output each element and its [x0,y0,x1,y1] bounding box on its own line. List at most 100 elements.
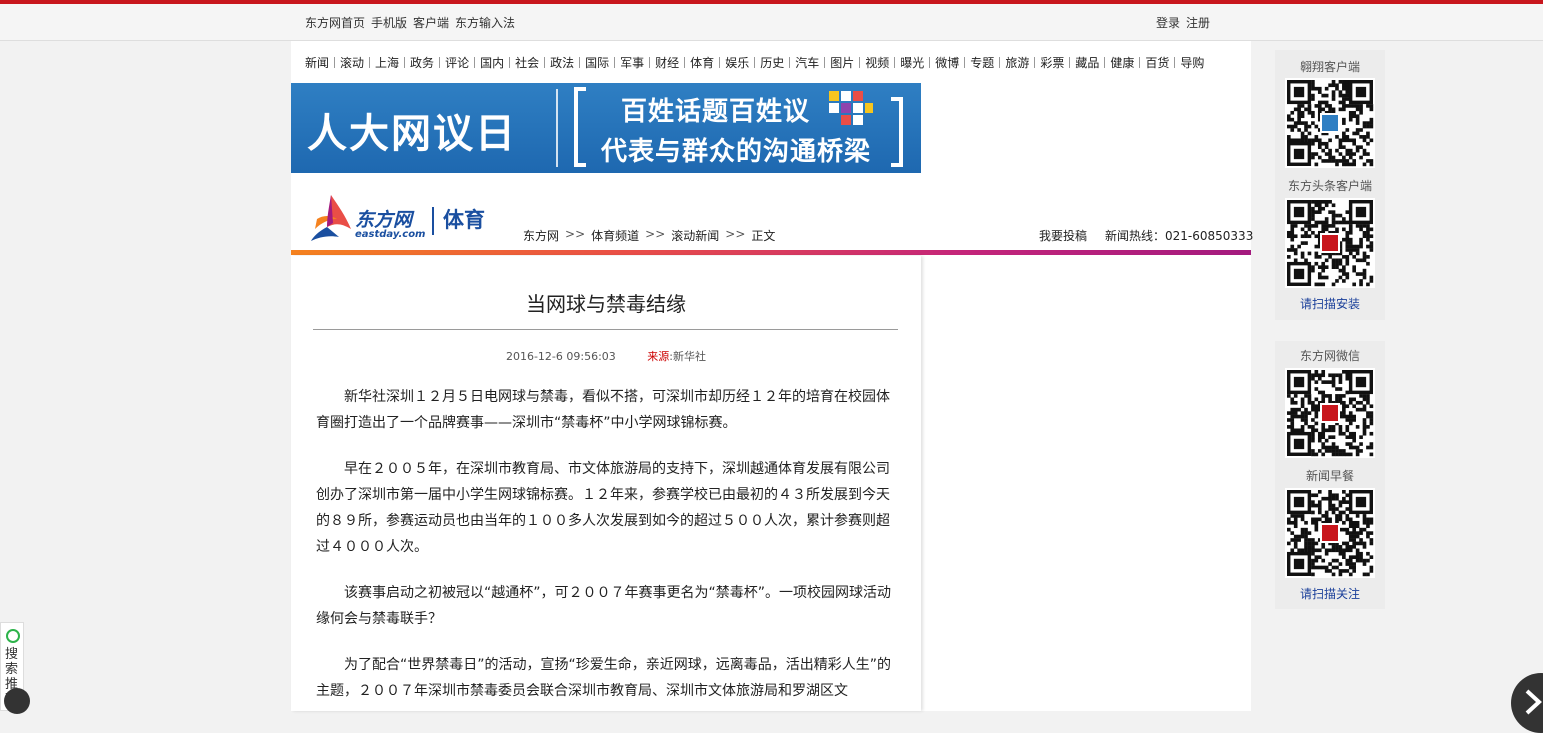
article-paragraph: 新华社深圳１２月５日电网球与禁毒，看似不搭，可深圳市却历经１２年的培育在校园体育… [316,389,890,431]
article-meta: 2016-12-6 09:56:03 来源:新华社 [291,348,921,364]
nav-item[interactable]: 彩票 [1040,54,1064,71]
banner-line-1: 百姓话题百姓议 [621,97,811,127]
cubes-decoration-icon [829,91,873,125]
nav-group-separator [894,57,896,68]
nav-item[interactable]: 专题 [970,54,994,71]
source-label: 来源 [647,350,670,363]
wechat-qr-box: 东方网微信 新闻早餐 请扫描关注 [1275,341,1385,609]
nav-item[interactable]: 评论 [445,54,469,71]
link-mobile[interactable]: 手机版 [371,14,407,31]
nav-group: 社会 政法 国际 [515,54,609,71]
nav-item[interactable]: 军事 [620,54,644,71]
nav-item[interactable]: 微博 [935,54,959,71]
qr-code-icon[interactable] [1285,488,1375,578]
breadcrumb-rolling-news[interactable]: 滚动新闻 [671,227,719,244]
source-name: :新华社 [669,350,707,363]
article-panel: 当网球与禁毒结缘 2016-12-6 09:56:03 来源:新华社 新华社深圳… [291,256,921,711]
nav-item[interactable]: 财经 [655,54,679,71]
promo-banner[interactable]: 人大网议日 百姓话题百姓议 代表与群众的沟通桥梁 [291,83,921,173]
link-home[interactable]: 东方网首页 [305,14,365,31]
channel-nav: 新闻 滚动 上海 政务 评论 国内 社会 政法 国际 军事 财经 体育 娱乐 历史 汽车 图片 视频 曝光 微博 专题… [305,54,1245,71]
nav-separator [369,57,371,68]
news-hotline: 新闻热线：021-60850333 [1105,229,1254,243]
nav-item[interactable]: 汽车 [795,54,819,71]
nav-separator [999,57,1001,68]
nav-item[interactable]: 国际 [585,54,609,71]
chevron-right-icon [1525,689,1542,715]
login-link[interactable]: 登录 [1156,14,1180,31]
nav-group-separator [964,57,966,68]
nav-group: 健康 百货 [1110,54,1169,71]
banner-divider [556,89,558,167]
nav-item[interactable]: 历史 [760,54,784,71]
nav-separator [544,57,546,68]
nav-item[interactable]: 视频 [865,54,889,71]
breadcrumb: 东方网 >> 体育频道 >> 滚动新闻 >> 正文 [523,227,775,244]
link-client[interactable]: 客户端 [413,14,449,31]
nav-item[interactable]: 百货 [1145,54,1169,71]
nav-item[interactable]: 国内 [480,54,504,71]
nav-group-separator [824,57,826,68]
nav-group: 专题 旅游 [970,54,1029,71]
link-input-method[interactable]: 东方输入法 [455,14,515,31]
nav-separator [929,57,931,68]
nav-separator [404,57,406,68]
nav-group: 导购 [1180,54,1204,71]
nav-group: 滚动 上海 政务 [340,54,434,71]
nav-item[interactable]: 导购 [1180,54,1204,71]
nav-item[interactable]: 上海 [375,54,399,71]
nav-group: 图片 视频 [830,54,889,71]
submit-news-link[interactable]: 我要投稿 [1039,227,1087,244]
article-body: 新华社深圳１２月５日电网球与禁毒，看似不搭，可深圳市却历经１２年的培育在校园体育… [316,384,891,724]
register-link[interactable]: 注册 [1186,14,1210,31]
nav-item[interactable]: 旅游 [1005,54,1029,71]
nav-item[interactable]: 政法 [550,54,574,71]
top-utility-bar: 东方网首页 手机版 客户端 东方输入法 登录 注册 [0,4,1543,41]
article-title: 当网球与禁毒结缘 [526,292,686,316]
nav-group-separator [684,57,686,68]
scan-install-link[interactable]: 请扫描安装 [1275,295,1385,312]
breadcrumb-sep: >> [645,227,666,241]
nav-group-separator [439,57,441,68]
logo-name: 东方网 [355,209,413,231]
nav-separator [719,57,721,68]
nav-item[interactable]: 社会 [515,54,539,71]
scroll-left-button[interactable] [4,688,30,714]
qr-code-icon[interactable] [1285,78,1375,168]
qr-code-icon[interactable] [1285,368,1375,458]
breadcrumb-sports[interactable]: 体育频道 [591,227,639,244]
logo-domain: eastday.com [355,229,426,240]
nav-item[interactable]: 新闻 [305,54,329,71]
banner-line-2: 代表与群众的沟通桥梁 [601,137,872,167]
banner-bracket-right [891,97,903,167]
nav-group-separator [1034,57,1036,68]
app-label-aoxiang: 翱翔客户端 [1299,60,1360,74]
nav-item[interactable]: 滚动 [340,54,364,71]
next-arrow-button[interactable] [1511,673,1543,733]
nav-item[interactable]: 曝光 [900,54,924,71]
nav-item[interactable]: 图片 [830,54,854,71]
top-right-links: 登录 注册 [1156,14,1210,31]
nav-item[interactable]: 体育 [690,54,714,71]
nav-group-separator [614,57,616,68]
scan-follow-link[interactable]: 请扫描关注 [1275,585,1385,602]
nav-separator [789,57,791,68]
nav-item[interactable]: 政务 [410,54,434,71]
article-paragraph: 早在２００５年，在深圳市教育局、市文体旅游局的支持下，深圳越通体育发展有限公司创… [316,461,890,555]
nav-group: 军事 财经 [620,54,679,71]
breadcrumb-home[interactable]: 东方网 [523,227,559,244]
breadcrumb-sep: >> [565,227,586,241]
article-paragraph: 为了配合“世界禁毒日”的活动，宣扬“珍爱生命，亲近网球，远离毒品，活出精彩人生”… [316,657,892,699]
nav-item[interactable]: 娱乐 [725,54,749,71]
qr-code-icon[interactable] [1285,198,1375,288]
header-right: 我要投稿 新闻热线：021-60850333 [1039,227,1253,244]
nav-separator [1139,57,1141,68]
site-logo[interactable]: 东方网 eastday.com 体育 [309,193,519,245]
main-container: 新闻 滚动 上海 政务 评论 国内 社会 政法 国际 军事 财经 体育 娱乐 历史 汽车 图片 视频 曝光 微博 专题… [291,41,1253,711]
nav-separator [649,57,651,68]
wechat-label: 东方网微信 [1299,349,1360,363]
banner-bracket-left [574,87,586,167]
nav-item[interactable]: 健康 [1110,54,1134,71]
nav-item[interactable]: 藏品 [1075,54,1099,71]
article-paragraph: 该赛事启动之初被冠以“越通杯”，可２００７年赛事更名为“禁毒杯”。一项校园网球活… [316,585,892,627]
